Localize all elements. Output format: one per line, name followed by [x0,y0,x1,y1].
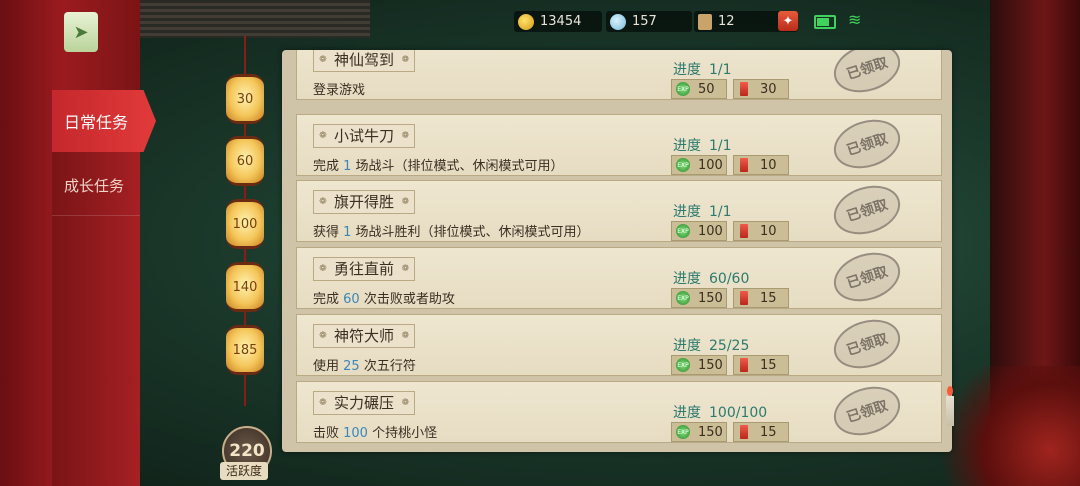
tab-daily-tasks[interactable]: 日常任务 [52,90,156,152]
task-row: 实力碾压 击败 100 个持桃小怪 进度100/100 EXP150 15 已领… [296,378,942,444]
task-description: 登录游戏 [313,83,366,98]
claimed-stamp: 已领取 [827,50,907,101]
exp-icon: EXP [676,425,690,439]
battery-icon [814,15,836,29]
gold-counter: 13454 [514,11,602,32]
lamp-glow-background [930,366,1080,486]
ticket-reward: 30 [733,79,789,99]
task-progress: 进度 25/25 [673,338,750,354]
exp-icon: EXP [676,82,690,96]
claimed-stamp: 已领取 [827,111,907,177]
ticket-reward-icon [740,291,748,305]
claimed-stamp: 已领取 [827,244,907,310]
task-progress: 进度 1/1 [673,204,732,220]
task-progress: 进度 1/1 [673,138,732,154]
activity-reward-lantern[interactable]: 100 [226,199,264,249]
window-blind-background [140,0,370,38]
task-name: 小试牛刀 [313,124,416,148]
gem-amount: 157 [632,14,657,29]
ticket-reward-icon [740,158,748,172]
ticket-reward-icon [740,82,748,96]
gold-icon [518,13,534,30]
task-progress: 进度 100/100 [673,405,768,421]
exp-reward: EXP 150 [671,422,727,442]
exp-icon: EXP [676,224,690,238]
back-arrow-icon: ➤ [73,21,89,43]
ticket-reward: 10 [733,155,789,175]
candle-decoration [946,386,954,426]
activity-label: 活跃度 [220,462,268,480]
gold-amount: 13454 [540,14,582,29]
task-progress: 进度 1/1 [673,62,732,78]
ticket-reward: 10 [733,221,789,241]
exp-reward: EXP 150 [671,288,727,308]
claimed-stamp: 已领取 [827,177,907,243]
task-row: 勇往直前 完成 60 次击败或者助攻 进度60/60 EXP150 15 已领取 [296,244,942,310]
task-row: 旗开得胜 获得 1 场战斗胜利（排位模式、休闲模式可用） 进度1/1 EXP10… [296,177,942,243]
task-row: 小试牛刀 完成 1 场战斗（排位模式、休闲模式可用） 进度1/1 EXP100 … [296,111,942,177]
task-name: 实力碾压 [313,391,416,415]
exp-reward: EXP 50 [671,79,727,99]
ticket-reward-icon [740,224,748,238]
ticket-reward: 15 [733,422,789,442]
ticket-reward-icon [740,425,748,439]
activity-reward-lantern[interactable]: 60 [226,136,264,186]
task-description: 使用 25 次五行符 [313,359,416,374]
exp-reward: EXP 150 [671,355,727,375]
task-name: 神符大师 [313,324,416,348]
add-ticket-button[interactable]: ✦ [778,11,798,31]
back-button[interactable]: ➤ [64,12,98,52]
task-description: 完成 60 次击败或者助攻 [313,292,455,307]
ticket-icon [698,13,712,30]
activity-reward-lantern[interactable]: 185 [226,325,264,375]
task-name: 旗开得胜 [313,190,416,214]
task-name: 神仙驾到 [313,50,416,72]
activity-reward-lantern[interactable]: 140 [226,262,264,312]
ticket-amount: 12 [718,14,735,29]
task-row: 神仙驾到 登录游戏 进度1/1 EXP50 30 已领取 [296,50,942,101]
task-description: 击败 100 个持桃小怪 [313,426,438,441]
exp-reward: EXP 100 [671,155,727,175]
task-name: 勇往直前 [313,257,416,281]
claimed-stamp: 已领取 [827,311,907,377]
tab-growth-tasks[interactable]: 成长任务 [52,156,140,216]
ticket-reward: 15 [733,355,789,375]
claimed-stamp: 已领取 [827,378,907,444]
ticket-reward-icon [740,358,748,372]
gem-counter: 157 [606,11,692,32]
task-list[interactable]: 神仙驾到 登录游戏 进度1/1 EXP50 30 已领取 小试牛刀 完成 1 场… [282,50,952,452]
exp-icon: EXP [676,158,690,172]
task-description: 获得 1 场战斗胜利（排位模式、休闲模式可用） [313,225,590,240]
task-progress: 进度 60/60 [673,271,750,287]
exp-icon: EXP [676,291,690,305]
gem-icon [610,13,626,30]
exp-reward: EXP 100 [671,221,727,241]
wifi-icon: ≋ [848,10,862,29]
ticket-reward: 15 [733,288,789,308]
exp-icon: EXP [676,358,690,372]
task-description: 完成 1 场战斗（排位模式、休闲模式可用） [313,159,564,174]
task-row: 神符大师 使用 25 次五行符 进度25/25 EXP150 15 已领取 [296,311,942,377]
activity-reward-lantern[interactable]: 30 [226,74,264,124]
